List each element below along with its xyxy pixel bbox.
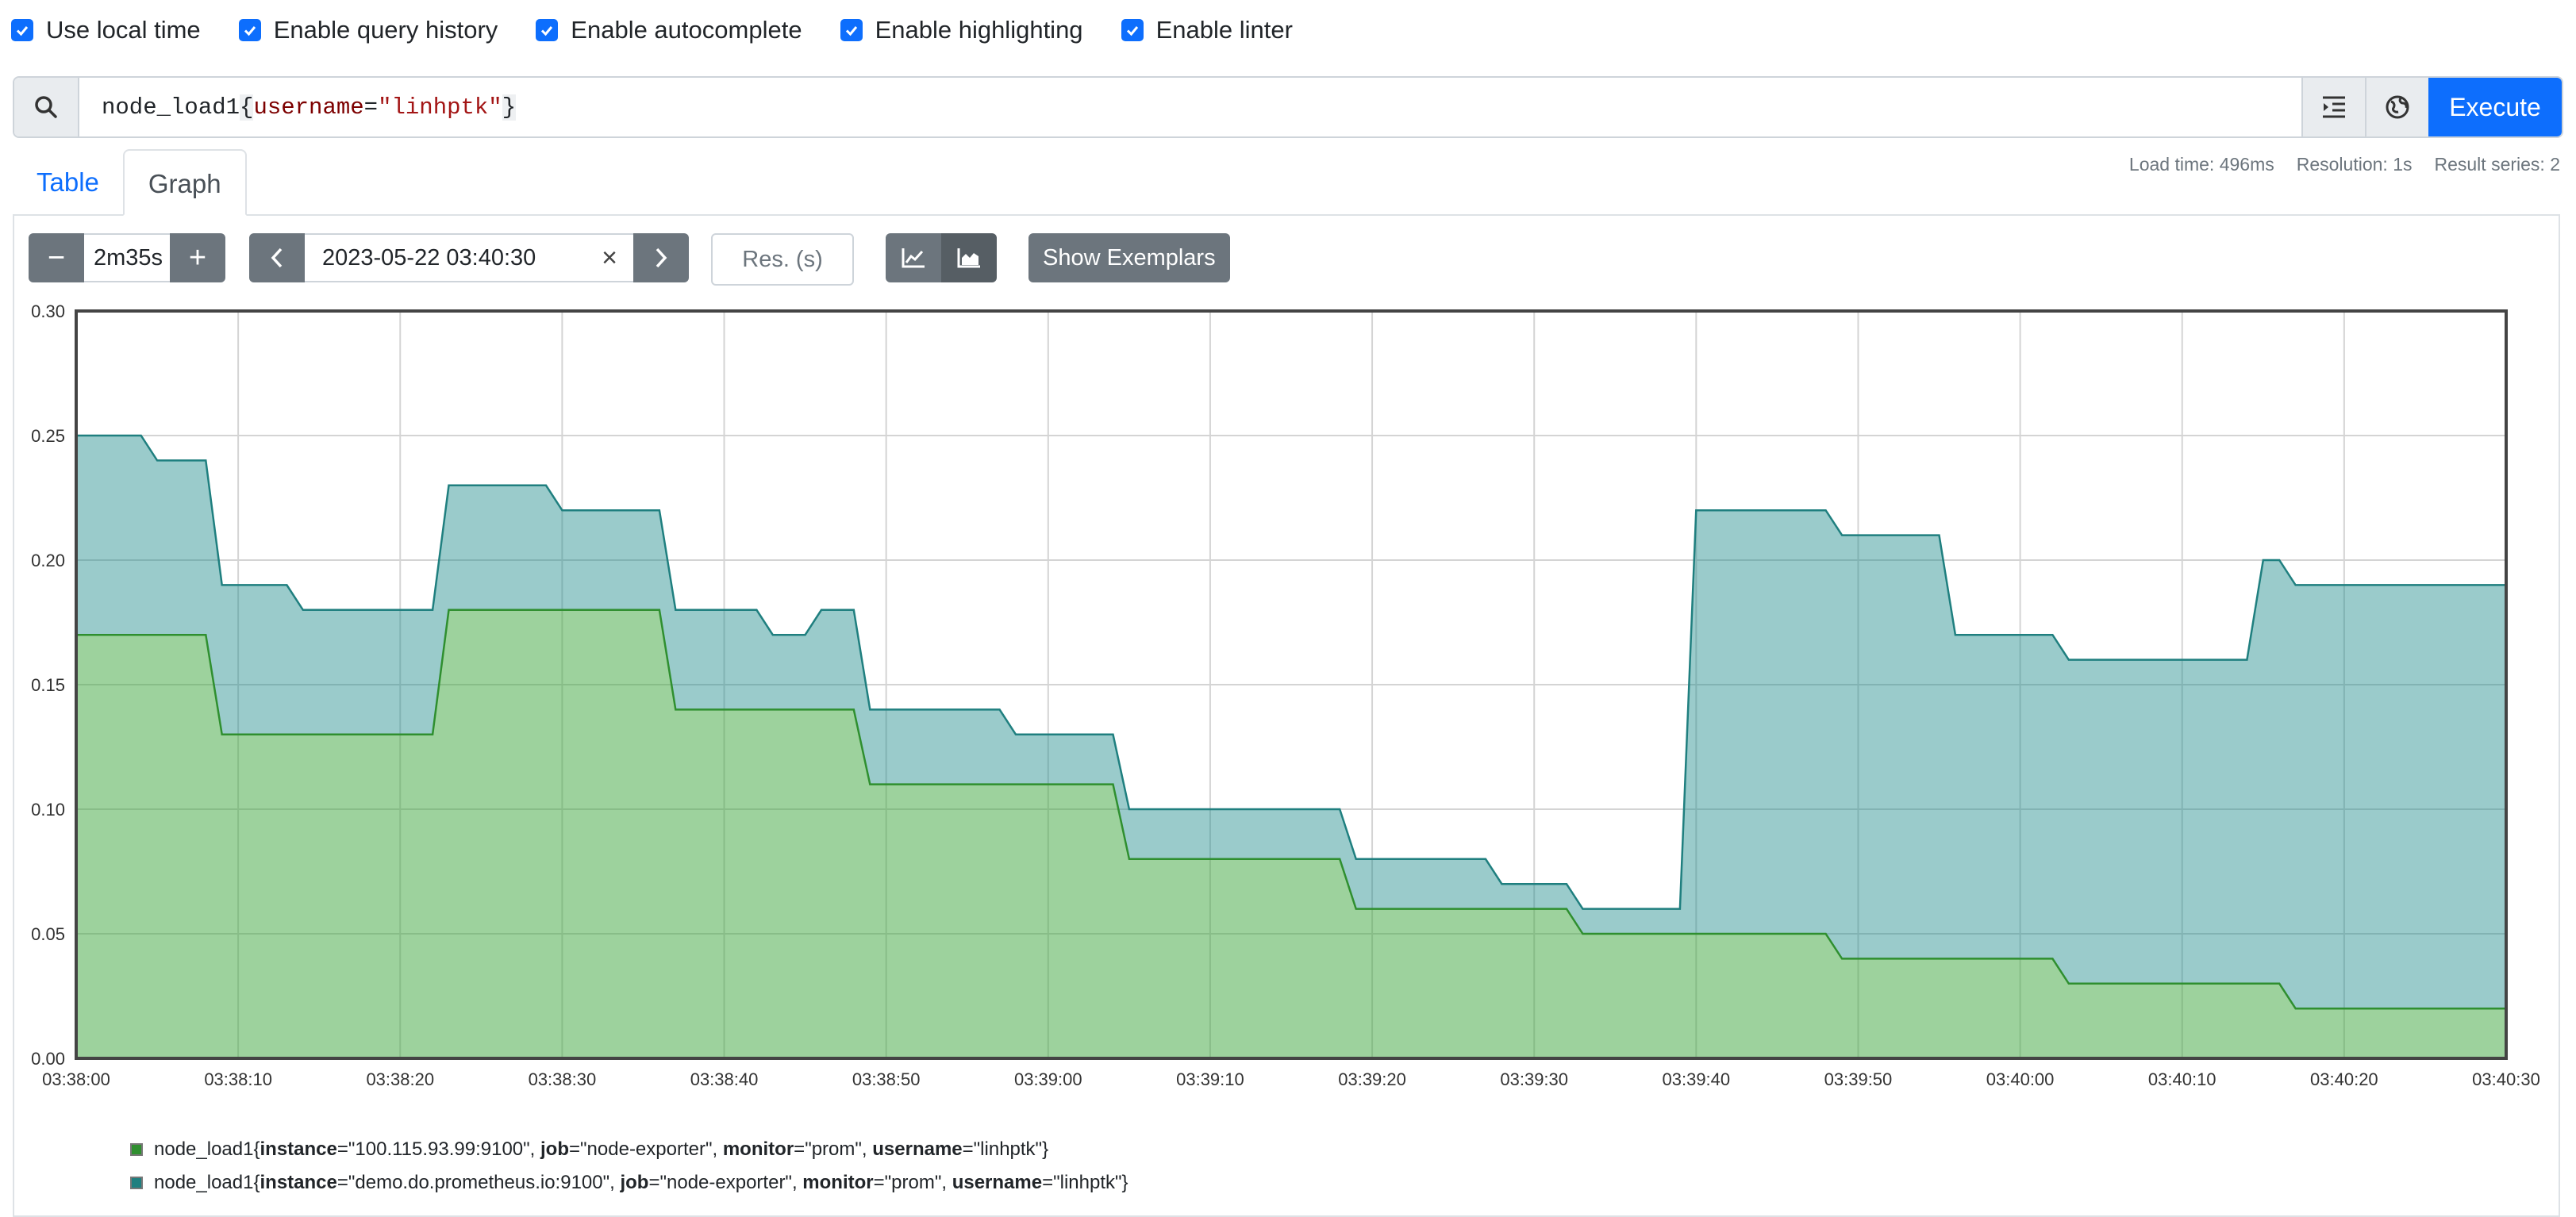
y-tick-label: 0.10 <box>31 800 65 820</box>
chart-legend: node_load1{instance="100.115.93.99:9100"… <box>130 1133 1128 1200</box>
checkbox-checked-icon[interactable] <box>11 19 33 41</box>
increase-range-button[interactable]: + <box>170 233 225 282</box>
show-exemplars-button[interactable]: Show Exemplars <box>1028 233 1230 282</box>
option-label: Enable query history <box>273 16 498 44</box>
query-label-value: "linhptk" <box>378 94 502 121</box>
x-tick-label: 03:39:40 <box>1663 1069 1731 1089</box>
clear-icon[interactable]: × <box>602 243 617 274</box>
option-enable-autocomplete[interactable]: Enable autocomplete <box>536 16 802 44</box>
tab-table[interactable]: Table <box>13 149 123 213</box>
legend-label-1: node_load1{instance="100.115.93.99:9100"… <box>154 1138 1049 1160</box>
x-tick-label: 03:38:50 <box>852 1069 921 1089</box>
end-time-value: 2023-05-22 03:40:30 <box>322 244 536 271</box>
checkbox-checked-icon[interactable] <box>1121 19 1144 41</box>
y-tick-label: 0.30 <box>31 301 65 321</box>
x-tick-label: 03:39:00 <box>1014 1069 1082 1089</box>
option-label: Use local time <box>46 16 201 44</box>
end-time-input[interactable]: 2023-05-22 03:40:30 × <box>305 233 633 282</box>
legend-swatch <box>130 1177 143 1189</box>
resolution: Resolution: 1s <box>2296 154 2413 175</box>
area-chart-icon <box>957 248 980 268</box>
y-tick-label: 0.25 <box>31 426 65 446</box>
legend-label-2: node_load1{instance="demo.do.prometheus.… <box>154 1172 1128 1193</box>
x-axis-ticks: 03:38:00 03:38:10 03:38:20 03:38:30 03:38:40… <box>42 1069 2540 1089</box>
legend-item-2[interactable]: node_load1{instance="demo.do.prometheus.… <box>130 1166 1128 1200</box>
x-tick-label: 03:38:00 <box>42 1069 110 1089</box>
globe-icon <box>2386 95 2409 119</box>
option-label: Enable autocomplete <box>571 16 802 44</box>
query-label-name: username <box>253 94 364 121</box>
decrease-range-button[interactable]: − <box>29 233 84 282</box>
next-time-button[interactable] <box>633 233 689 282</box>
query-stats: Load time: 496ms Resolution: 1s Result s… <box>2129 154 2560 175</box>
x-tick-label: 03:39:10 <box>1176 1069 1244 1089</box>
query-operator: = <box>363 94 379 121</box>
graph-chart: 0.000.050.100.150.200.250.30 03:38:00 03:… <box>31 301 2540 1089</box>
stacked-chart-button[interactable] <box>941 233 997 282</box>
resolution-input[interactable]: Res. (s) <box>711 233 854 286</box>
option-enable-linter[interactable]: Enable linter <box>1121 16 1293 44</box>
x-tick-label: 03:39:20 <box>1338 1069 1406 1089</box>
x-tick-label: 03:40:00 <box>1986 1069 2055 1089</box>
chevron-left-icon <box>271 248 283 268</box>
line-chart-icon <box>902 248 925 268</box>
x-tick-label: 03:38:10 <box>204 1069 272 1089</box>
query-close-brace: } <box>502 94 517 121</box>
chevron-right-icon <box>656 248 667 268</box>
metrics-explorer-button[interactable] <box>2365 78 2428 136</box>
expression-input[interactable]: node_load1{username = "linhptk"} <box>79 78 2301 136</box>
y-tick-label: 0.15 <box>31 675 65 695</box>
line-chart-button[interactable] <box>886 233 941 282</box>
indent-icon <box>2323 96 2345 118</box>
format-expression-button[interactable] <box>2301 78 2365 136</box>
end-time-control: 2023-05-22 03:40:30 × <box>249 233 689 282</box>
y-axis-ticks: 0.00 0.05 0.10 0.15 0.20 0.25 0.30 <box>31 301 65 1069</box>
result-series: Result series: 2 <box>2434 154 2560 175</box>
previous-time-button[interactable] <box>249 233 305 282</box>
y-tick-label: 0.00 <box>31 1049 65 1069</box>
execute-button[interactable]: Execute <box>2428 78 2562 136</box>
query-bar: node_load1{username = "linhptk"} Execute <box>13 76 2563 138</box>
x-tick-label: 03:38:40 <box>690 1069 759 1089</box>
query-metric: node_load1 <box>102 94 240 121</box>
checkbox-checked-icon[interactable] <box>238 19 261 41</box>
y-tick-label: 0.20 <box>31 551 65 570</box>
load-time: Load time: 496ms <box>2128 154 2274 175</box>
chart-type-toggle <box>886 233 997 282</box>
x-tick-label: 03:40:20 <box>2310 1069 2378 1089</box>
x-tick-label: 03:38:20 <box>366 1069 434 1089</box>
option-enable-query-history[interactable]: Enable query history <box>238 16 498 44</box>
x-tick-label: 03:38:30 <box>529 1069 597 1089</box>
x-tick-label: 03:40:10 <box>2148 1069 2217 1089</box>
search-icon <box>14 78 79 136</box>
legend-item-1[interactable]: node_load1{instance="100.115.93.99:9100"… <box>130 1133 1128 1166</box>
legend-swatch <box>130 1143 143 1156</box>
query-open-brace: { <box>240 94 254 121</box>
x-tick-label: 03:40:30 <box>2472 1069 2540 1089</box>
option-label: Enable highlighting <box>875 16 1083 44</box>
options-bar: Use local time Enable query history Enab… <box>11 16 1331 44</box>
option-label: Enable linter <box>1155 16 1293 44</box>
checkbox-checked-icon[interactable] <box>840 19 863 41</box>
x-tick-label: 03:39:50 <box>1824 1069 1893 1089</box>
view-tabs: Table Graph <box>13 149 247 216</box>
option-enable-highlighting[interactable]: Enable highlighting <box>840 16 1083 44</box>
tab-graph[interactable]: Graph <box>122 149 247 216</box>
x-tick-label: 03:39:30 <box>1500 1069 1568 1089</box>
checkbox-checked-icon[interactable] <box>536 19 559 41</box>
y-tick-label: 0.05 <box>31 924 65 944</box>
chart-areas <box>76 434 2506 1058</box>
range-control: − 2m35s + <box>29 233 225 282</box>
range-input[interactable]: 2m35s <box>84 233 170 282</box>
option-use-local-time[interactable]: Use local time <box>11 16 201 44</box>
